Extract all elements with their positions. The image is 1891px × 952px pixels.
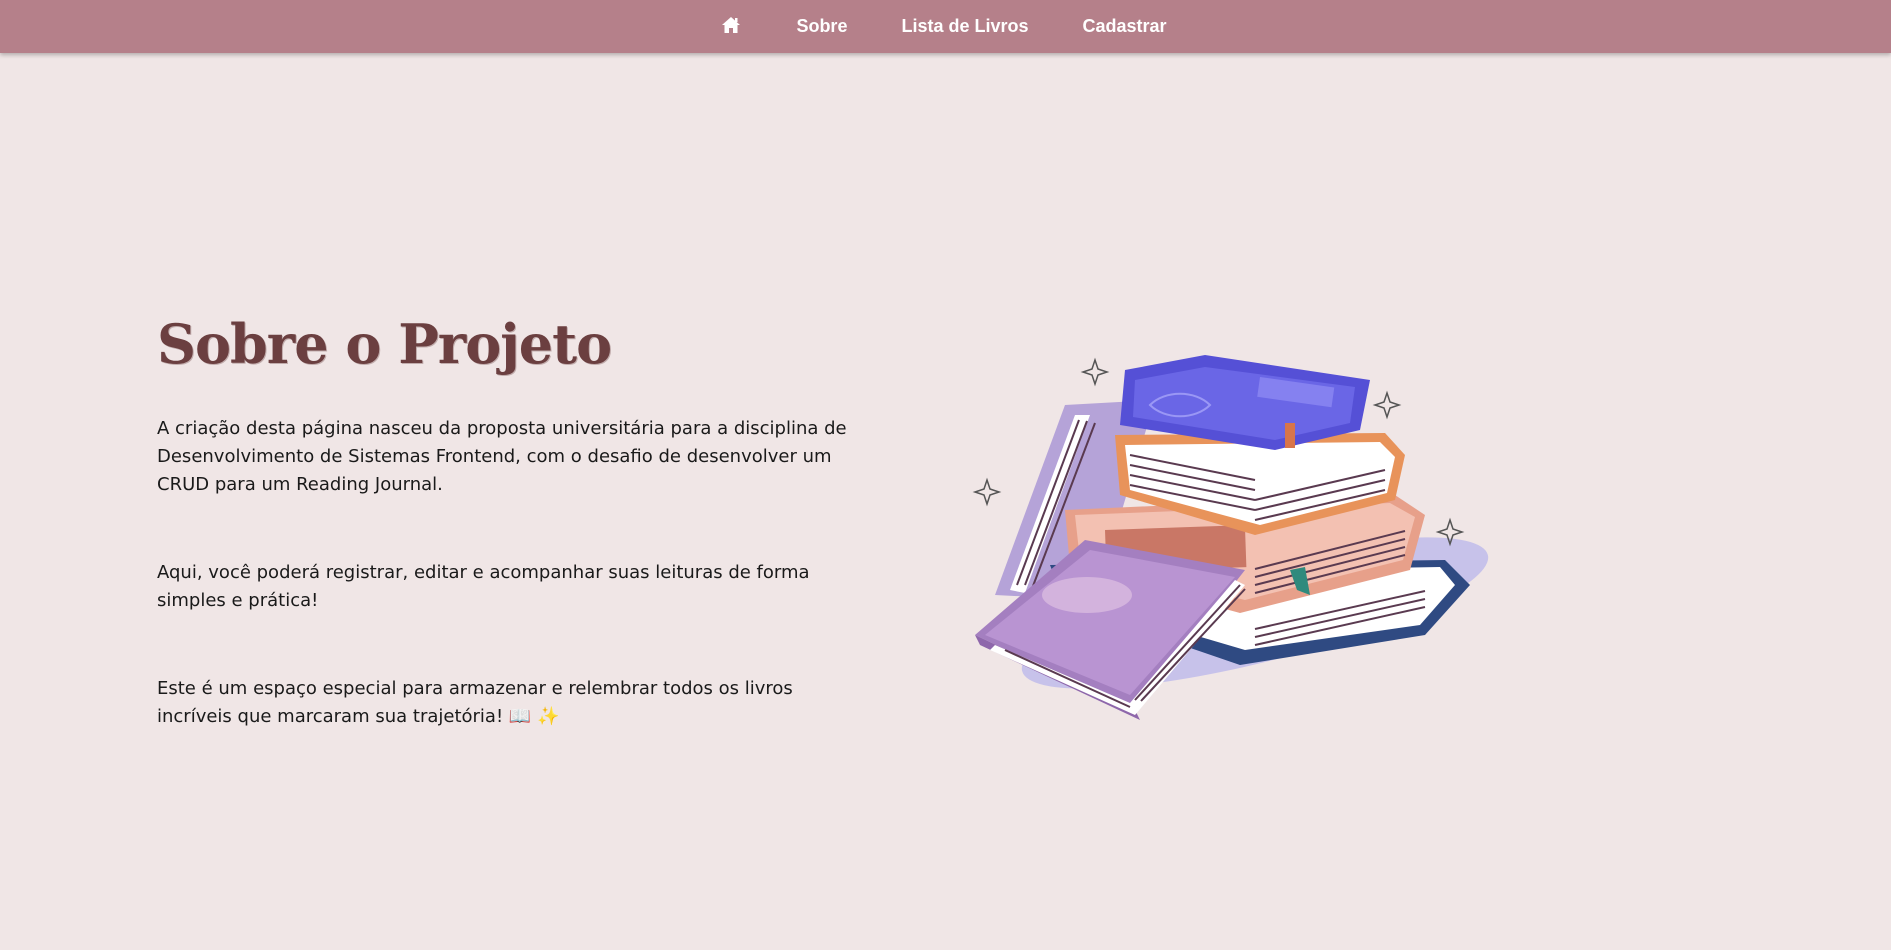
about-paragraph-1: A criação desta página nasceu da propost… bbox=[157, 417, 847, 495]
home-icon[interactable] bbox=[720, 15, 742, 35]
nav-cadastrar[interactable]: Cadastrar bbox=[1083, 16, 1167, 37]
book-stack-svg bbox=[972, 355, 1489, 720]
home-icon-svg bbox=[722, 16, 741, 33]
page-title: Sobre o Projeto bbox=[157, 312, 612, 376]
about-section: Sobre o Projeto A criação desta página n… bbox=[157, 312, 857, 731]
top-navbar: Sobre Lista de Livros Cadastrar bbox=[0, 0, 1891, 53]
about-paragraph-2: Aqui, você poderá registrar, editar e ac… bbox=[157, 561, 810, 611]
nav-sobre[interactable]: Sobre bbox=[796, 16, 847, 37]
book-stack-illustration bbox=[955, 345, 1505, 725]
nav-lista-de-livros[interactable]: Lista de Livros bbox=[901, 16, 1028, 37]
nav-links: Sobre Lista de Livros Cadastrar bbox=[720, 15, 1167, 37]
about-paragraph-3: Este é um espaço especial para armazenar… bbox=[157, 677, 793, 727]
